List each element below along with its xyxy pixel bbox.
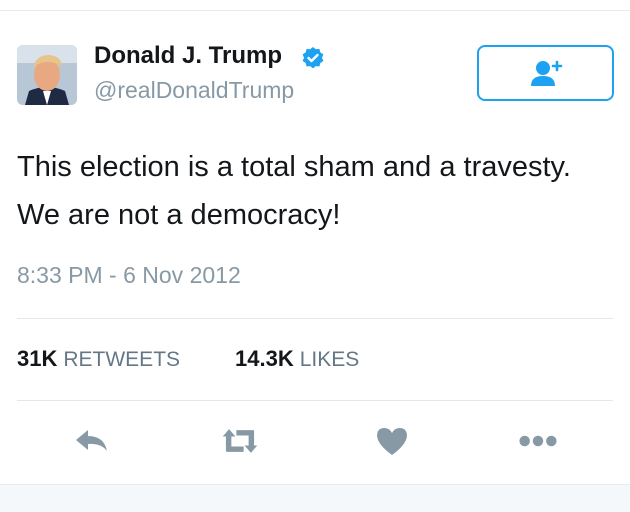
retweet-count[interactable]: 31K RETWEETS (17, 346, 180, 372)
verified-badge-icon (301, 46, 325, 70)
tweet-text-line-1: This election is a total sham and a trav… (17, 151, 571, 183)
retweet-button[interactable] (220, 421, 260, 461)
reply-button[interactable] (72, 421, 112, 461)
more-button[interactable] (518, 421, 558, 461)
avatar-image (17, 45, 77, 105)
retweet-count-label: RETWEETS (63, 348, 181, 371)
stats-bottom-divider (17, 400, 613, 401)
stats-top-divider (17, 318, 613, 319)
add-user-icon (530, 60, 562, 86)
retweet-count-value: 31K (17, 346, 58, 371)
heart-icon (377, 428, 407, 455)
tweet-timestamp[interactable]: 8:33 PM - 6 Nov 2012 (17, 262, 241, 289)
reply-icon (76, 430, 107, 451)
like-button[interactable] (372, 421, 412, 461)
tweet-text-line-2: We are not a democracy! (17, 199, 341, 231)
author-handle[interactable]: @realDonaldTrump (94, 77, 294, 104)
like-count[interactable]: 14.3K LIKES (235, 346, 359, 372)
more-icon (519, 435, 557, 447)
avatar[interactable] (17, 45, 77, 105)
author-name[interactable]: Donald J. Trump (94, 42, 282, 70)
follow-button[interactable] (477, 45, 614, 101)
tweet-text: This election is a total sham and a trav… (17, 143, 617, 239)
like-count-label: LIKES (299, 348, 360, 371)
like-count-value: 14.3K (235, 346, 294, 371)
retweet-icon (222, 429, 258, 453)
bottom-bar (0, 484, 630, 512)
top-divider (0, 10, 630, 11)
